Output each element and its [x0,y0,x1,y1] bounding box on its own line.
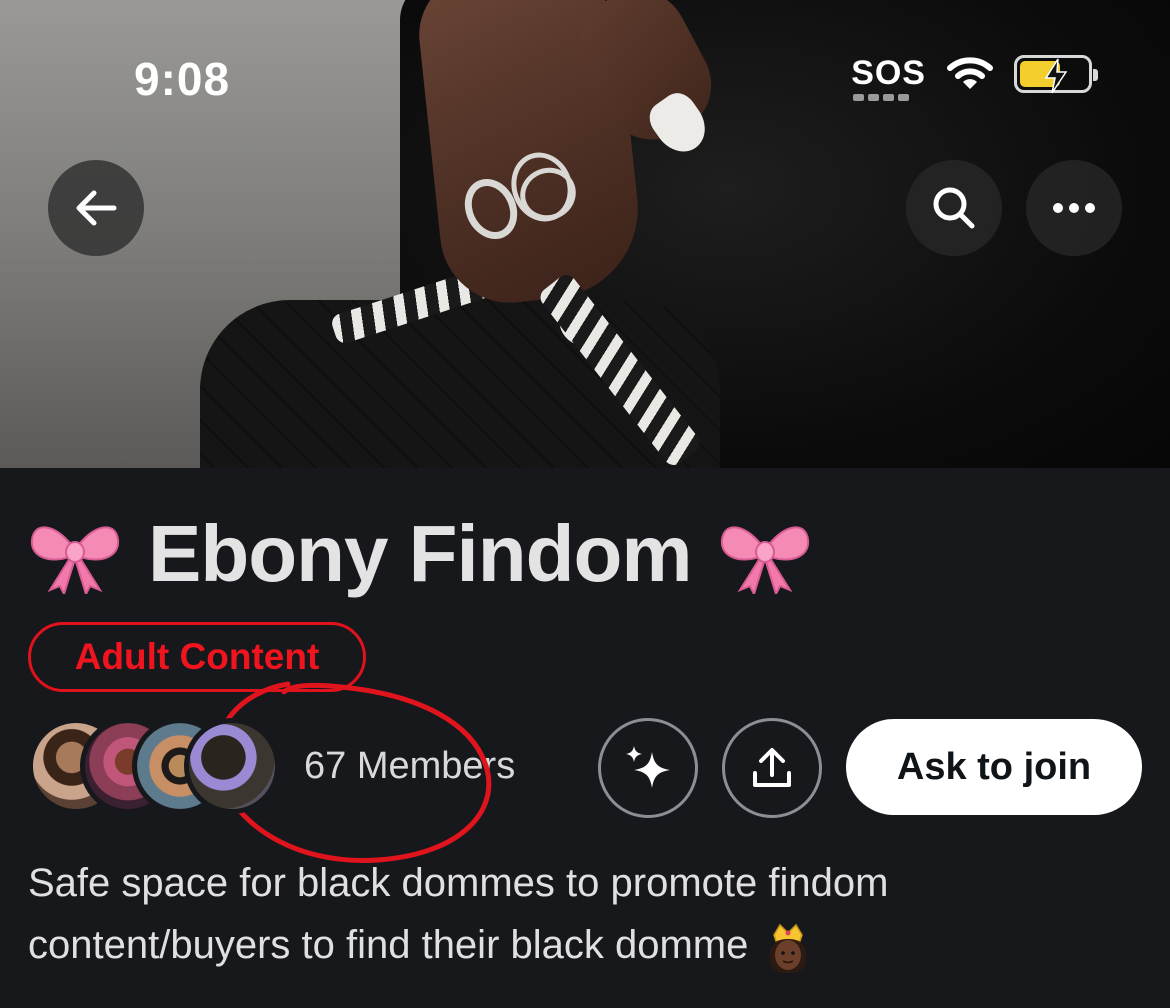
more-horizontal-icon [1053,203,1095,213]
search-button[interactable] [906,160,1002,256]
member-avatars[interactable] [28,718,280,814]
status-time: 9:08 [134,53,231,105]
share-upload-icon [753,748,791,787]
back-button[interactable] [48,160,144,256]
adult-content-badge: Adult Content [28,622,366,692]
battery-charging-icon [1014,54,1098,93]
ribbon-emoji-icon [30,526,120,594]
community-title-row: Ebony Findom [28,508,812,600]
princess-emoji-icon [770,924,807,974]
arrow-left-icon [76,190,117,226]
sparkle-icon [626,746,670,788]
community-description: Safe space for black dommes to promote f… [28,852,1138,976]
sos-indicator: SOS [851,54,926,101]
grok-sparkle-button[interactable] [598,718,698,818]
more-options-button[interactable] [1026,160,1122,256]
ask-to-join-button[interactable]: Ask to join [846,719,1142,815]
avatar [184,718,280,814]
search-icon [933,187,975,229]
community-title: Ebony Findom [148,509,693,598]
members-count[interactable]: 67 Members [304,745,515,788]
wifi-icon [947,56,993,89]
status-bar-right: SOS [851,54,1098,101]
ribbon-emoji-icon [720,526,809,594]
share-button[interactable] [722,718,822,818]
